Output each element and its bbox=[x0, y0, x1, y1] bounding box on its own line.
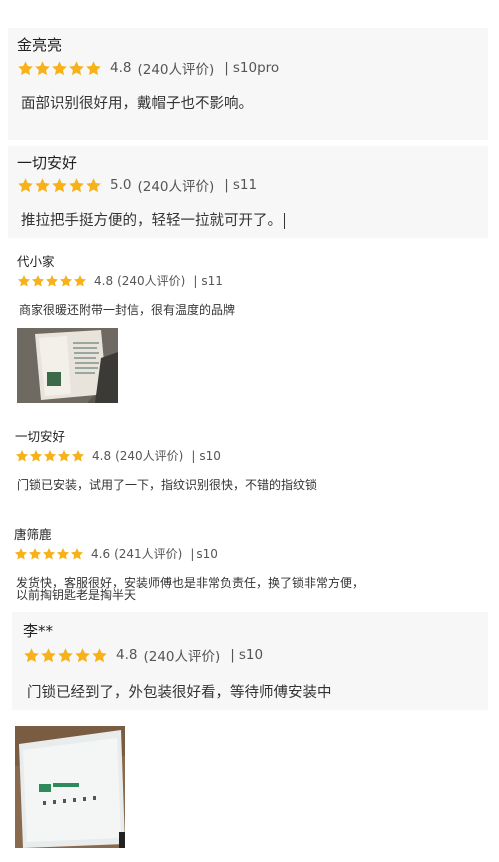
review-text: 商家很暖还附带一封信，很有温度的品牌 bbox=[19, 303, 236, 317]
rating-row: 4.8 (240人评价) | s10 bbox=[23, 645, 263, 665]
star-rating bbox=[15, 449, 85, 463]
product-model: s10 bbox=[199, 448, 221, 463]
star-icon bbox=[34, 177, 51, 194]
rating-score: 4.6 bbox=[91, 546, 111, 561]
separator: | bbox=[191, 448, 196, 463]
rating-score: 4.8 bbox=[94, 273, 114, 288]
reviewer-name: 唐筛鹿 bbox=[14, 527, 52, 542]
separator: | bbox=[230, 647, 235, 663]
star-rating bbox=[17, 274, 87, 288]
rating-count: (240人评价) bbox=[137, 62, 215, 78]
star-icon bbox=[85, 60, 102, 77]
star-icon bbox=[51, 60, 68, 77]
reviewer-name: 一切安好 bbox=[15, 429, 66, 444]
star-icon bbox=[85, 177, 102, 194]
review-text: 推拉把手挺方便的，轻轻一拉就可开了。 bbox=[21, 209, 285, 230]
star-icon bbox=[74, 647, 91, 664]
separator: | bbox=[190, 546, 195, 561]
star-icon bbox=[71, 449, 85, 463]
product-model: s10pro bbox=[232, 60, 280, 76]
review-text: 门锁已安装，试用了一下，指纹识别很快，不错的指纹锁 bbox=[17, 478, 318, 492]
star-icon bbox=[51, 177, 68, 194]
separator: | bbox=[224, 177, 229, 193]
product-model: s10 bbox=[196, 546, 218, 561]
rating-score: 4.8 bbox=[116, 647, 138, 663]
star-icon bbox=[68, 177, 85, 194]
star-icon bbox=[45, 274, 59, 288]
rating-row: 4.8 (240人评价) | s10 bbox=[15, 447, 221, 464]
star-rating bbox=[23, 647, 108, 664]
product-model: s11 bbox=[201, 273, 223, 288]
rating-score: 4.8 bbox=[110, 60, 132, 76]
product-model: s11 bbox=[232, 177, 258, 193]
star-icon bbox=[31, 274, 45, 288]
text-cursor bbox=[284, 213, 285, 229]
rating-row: 4.8 (240人评价) | s10pro bbox=[17, 58, 279, 78]
star-icon bbox=[73, 274, 87, 288]
reviewer-name: 一切安好 bbox=[17, 154, 78, 172]
review-text: 面部识别很好用，戴帽子也不影响。 bbox=[21, 96, 253, 112]
star-icon bbox=[29, 449, 43, 463]
rating-score: 4.8 bbox=[92, 448, 112, 463]
rating-row: 5.0 (240人评价) | s11 bbox=[17, 175, 257, 195]
review-photo[interactable] bbox=[15, 726, 125, 848]
reviewer-name: 金亮亮 bbox=[17, 36, 63, 54]
star-icon bbox=[91, 647, 108, 664]
separator: | bbox=[224, 60, 229, 76]
review-text-line2: 以前掏钥匙老是掏半天 bbox=[16, 588, 137, 602]
rating-count: (240人评价) bbox=[115, 449, 184, 463]
star-rating bbox=[17, 177, 102, 194]
package-photo bbox=[15, 726, 125, 848]
rating-count: (241人评价) bbox=[114, 547, 183, 561]
rating-row: 4.6 (241人评价) | s10 bbox=[14, 545, 218, 562]
review-card bbox=[8, 28, 488, 140]
review-text: 门锁已经到了，外包装很好看，等待师傅安装中 bbox=[27, 685, 332, 701]
review-text-content: 推拉把手挺方便的，轻轻一拉就可开了。 bbox=[21, 213, 282, 229]
separator: | bbox=[193, 273, 198, 288]
rating-count: (240人评价) bbox=[137, 179, 215, 195]
rating-row: 4.8 (240人评价) | s11 bbox=[17, 272, 223, 289]
reviewer-name: 李** bbox=[23, 622, 54, 640]
star-icon bbox=[57, 449, 71, 463]
star-icon bbox=[34, 60, 51, 77]
star-icon bbox=[40, 647, 57, 664]
rating-score: 5.0 bbox=[110, 177, 132, 193]
star-icon bbox=[43, 449, 57, 463]
star-icon bbox=[23, 647, 40, 664]
star-icon bbox=[59, 274, 73, 288]
star-icon bbox=[42, 547, 56, 561]
review-photo[interactable] bbox=[17, 328, 118, 403]
star-icon bbox=[68, 60, 85, 77]
star-icon bbox=[15, 449, 29, 463]
star-icon bbox=[56, 547, 70, 561]
star-rating bbox=[17, 60, 102, 77]
star-icon bbox=[14, 547, 28, 561]
rating-count: (240人评价) bbox=[143, 649, 221, 665]
star-rating bbox=[14, 547, 84, 561]
star-icon bbox=[17, 60, 34, 77]
star-icon bbox=[28, 547, 42, 561]
star-icon bbox=[70, 547, 84, 561]
letter-photo bbox=[17, 328, 118, 403]
star-icon bbox=[57, 647, 74, 664]
star-icon bbox=[17, 274, 31, 288]
product-model: s10 bbox=[238, 647, 264, 663]
rating-count: (240人评价) bbox=[117, 274, 186, 288]
reviewer-name: 代小家 bbox=[17, 254, 55, 269]
star-icon bbox=[17, 177, 34, 194]
